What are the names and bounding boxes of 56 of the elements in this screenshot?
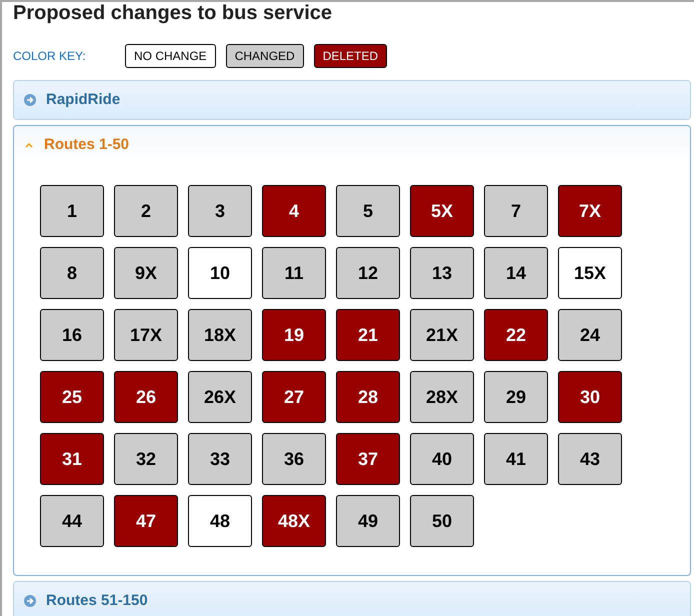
route-button[interactable]: 48 [188,495,252,547]
route-button[interactable]: 18X [188,309,252,361]
route-button[interactable]: 7 [484,185,548,237]
route-button[interactable]: 33 [188,433,252,485]
route-button[interactable]: 32 [114,433,178,485]
route-button[interactable]: 37 [336,433,400,485]
route-button[interactable]: 28 [336,371,400,423]
route-button[interactable]: 47 [114,495,178,547]
route-button[interactable]: 27 [262,371,326,423]
color-key-swatch: NO CHANGE [125,44,216,68]
route-button[interactable]: 21 [336,309,400,361]
route-button[interactable]: 40 [410,433,474,485]
route-button[interactable]: 25 [40,371,104,423]
route-button[interactable]: 10 [188,247,252,299]
route-button[interactable]: 1 [40,185,104,237]
caret-up-icon [24,141,34,149]
route-button[interactable]: 13 [410,247,474,299]
route-button[interactable]: 4 [262,185,326,237]
arrow-circle-icon [24,595,36,607]
route-button[interactable]: 12 [336,247,400,299]
route-button[interactable]: 41 [484,433,548,485]
route-button[interactable]: 26X [188,371,252,423]
color-key-swatch: CHANGED [226,44,304,68]
arrow-circle-icon [24,94,36,106]
page-title: Proposed changes to bus service [13,2,333,24]
route-button[interactable]: 28X [410,371,474,423]
route-button[interactable]: 15X [558,247,622,299]
route-button[interactable]: 50 [410,495,474,547]
accordion-header[interactable]: RapidRide [14,81,690,119]
route-button[interactable]: 30 [558,371,622,423]
route-button[interactable]: 3 [188,185,252,237]
route-button[interactable]: 17X [114,309,178,361]
color-key-label: COLOR KEY: [13,48,87,65]
route-button[interactable]: 14 [484,247,548,299]
route-button[interactable]: 5X [410,185,474,237]
color-key-swatch: DELETED [314,44,388,68]
route-button[interactable]: 36 [262,433,326,485]
route-button[interactable]: 11 [262,247,326,299]
route-button[interactable]: 8 [40,247,104,299]
route-button[interactable]: 43 [558,433,622,485]
route-button[interactable]: 21X [410,309,474,361]
route-button[interactable]: 2 [114,185,178,237]
route-button[interactable]: 22 [484,309,548,361]
route-button[interactable]: 49 [336,495,400,547]
route-button[interactable]: 16 [40,309,104,361]
route-button[interactable]: 24 [558,309,622,361]
route-button[interactable]: 31 [40,433,104,485]
route-button[interactable]: 7X [558,185,622,237]
route-button[interactable]: 26 [114,371,178,423]
route-button[interactable]: 5 [336,185,400,237]
route-button[interactable]: 9X [114,247,178,299]
route-button[interactable]: 29 [484,371,548,423]
route-button[interactable]: 19 [262,309,326,361]
route-button[interactable]: 48X [262,495,326,547]
route-button[interactable]: 44 [40,495,104,547]
accordion-header[interactable]: Routes 51-150 [14,582,690,616]
